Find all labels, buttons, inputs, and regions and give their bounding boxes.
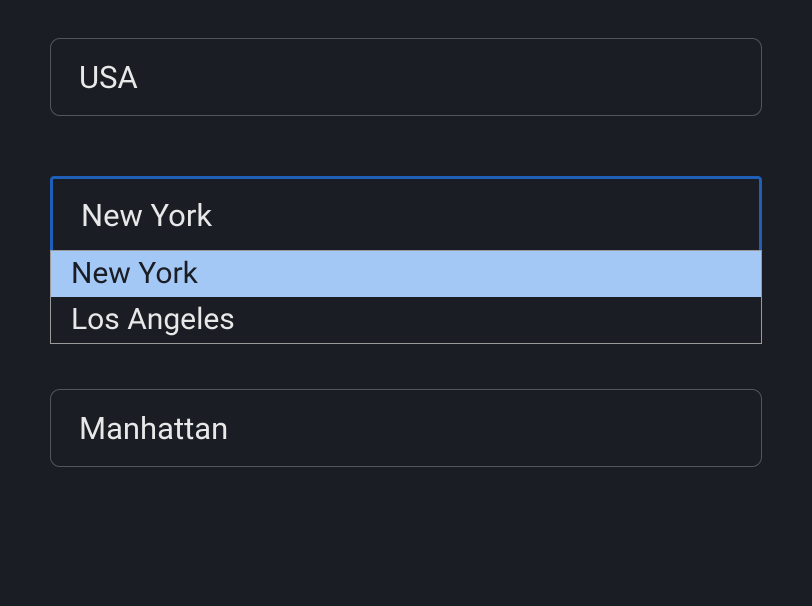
city-select[interactable]: New York xyxy=(50,176,762,254)
dropdown-option-label: Los Angeles xyxy=(71,302,235,337)
city-dropdown: New York Los Angeles xyxy=(50,250,762,344)
district-select[interactable]: Manhattan xyxy=(50,389,762,467)
district-select-value: Manhattan xyxy=(79,410,228,447)
dropdown-option[interactable]: New York xyxy=(51,251,761,297)
district-select-wrapper: Manhattan xyxy=(50,389,762,467)
country-select-value: USA xyxy=(79,59,138,96)
city-select-value: New York xyxy=(81,197,212,234)
city-select-wrapper: New York New York Los Angeles xyxy=(50,176,762,254)
dropdown-option-label: New York xyxy=(71,256,198,291)
dropdown-option[interactable]: Los Angeles xyxy=(51,297,761,343)
country-select-wrapper: USA xyxy=(50,38,762,116)
country-select[interactable]: USA xyxy=(50,38,762,116)
